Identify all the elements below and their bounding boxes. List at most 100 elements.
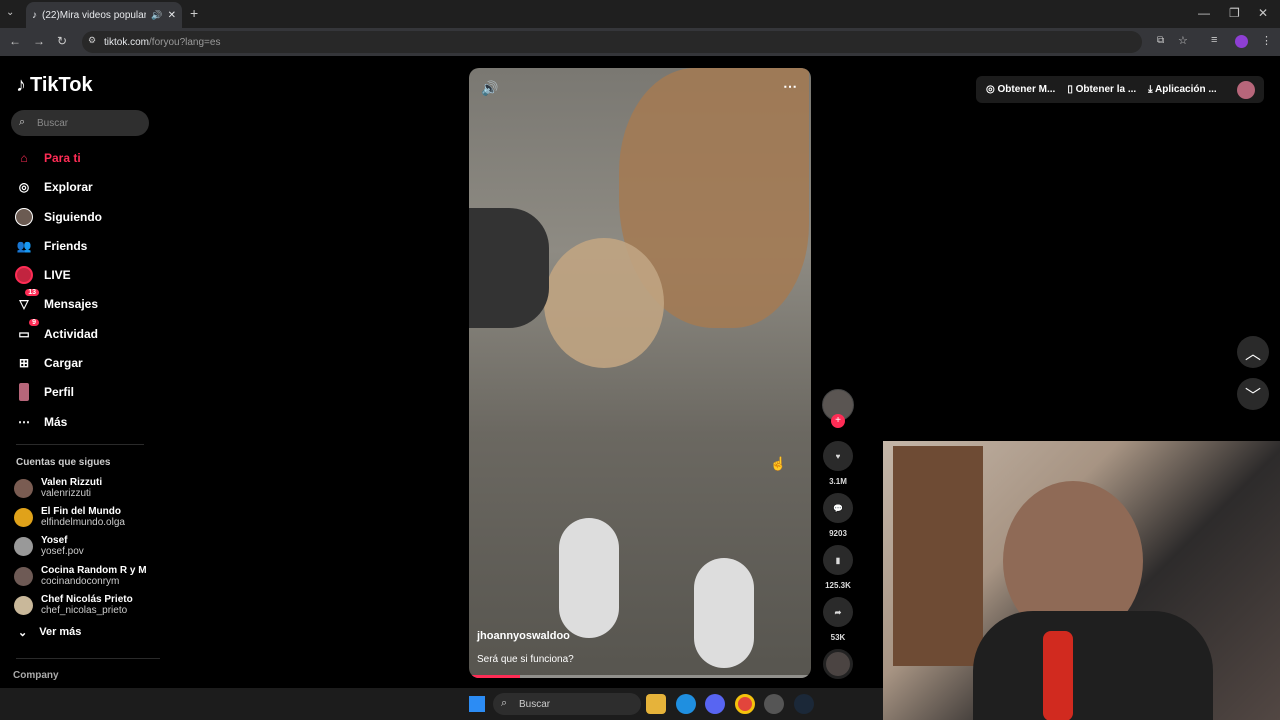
browser-tab[interactable]: ♪ (22)Mira videos populares 🔊 ✕ [26,2,182,28]
sidebar-item-live[interactable]: LIVE [14,263,154,287]
taskbar-search[interactable]: ⌕ Buscar [493,693,641,715]
tiktok-note-icon: ♪ [16,74,26,96]
see-more-button[interactable]: ⌄ Ver más [18,626,81,639]
new-tab-icon[interactable]: + [190,5,198,21]
tab-title: (22)Mira videos populares [42,9,147,21]
share-action[interactable]: ➦ 53K [822,597,854,642]
forward-icon[interactable]: → [33,34,45,48]
sidebar-item-label: Para ti [44,151,81,165]
get-app-button[interactable]: ▯ Obtener la ... [1067,84,1136,95]
likes-count: 3.1M [829,477,847,486]
account-user: yosef.pov [41,546,84,557]
account-user: valenrizzuti [41,488,92,499]
chevron-up-icon: ︿ [1244,346,1261,363]
following-avatar-icon [14,207,34,227]
site-info-icon[interactable]: ⚙ [88,35,96,46]
shoe-left [559,518,619,638]
save-action[interactable]: ▮ 125.3K [822,545,854,590]
shares-count: 53K [830,633,846,642]
sidebar-item-explorar[interactable]: ◎ Explorar [14,175,154,199]
account-user: cocinandoconrym [41,576,120,587]
sidebar-item-label: LIVE [44,268,71,282]
comment-action[interactable]: 💬 9203 [822,493,854,538]
followed-account[interactable]: El Fin del Mundo elfindelmundo.olga [14,503,164,531]
shoe-right [694,558,754,668]
sidebar-item-cargar[interactable]: ⊞ Cargar [14,351,154,375]
volume-icon[interactable]: 🔊 [481,80,498,97]
obs-icon[interactable] [764,694,784,714]
discord-icon[interactable] [705,694,725,714]
avatar [14,566,33,586]
minimize-icon[interactable]: — [1198,6,1210,20]
sidebar-item-perfil[interactable]: Perfil [14,380,154,404]
home-icon: ⌂ [20,151,28,165]
search-icon: ⌕ [501,697,508,709]
divider [16,658,160,659]
sidebar-item-para-ti[interactable]: ⌂ Para ti [14,146,154,170]
desktop-app-button[interactable]: ⤓ Aplicación ... [1148,84,1217,95]
followed-account[interactable]: Valen Rizzuti valenrizzuti [14,474,164,502]
account-name: Cocina Random R y M [41,565,147,576]
follow-plus-icon[interactable]: + [831,414,845,428]
install-icon[interactable]: ⧉ [1157,35,1164,46]
sidebar-item-actividad[interactable]: ▭ 9 Actividad [14,319,154,346]
sidebar-item-siguiendo[interactable]: Siguiendo [14,205,154,229]
steam-icon[interactable] [794,694,814,714]
edge-icon[interactable] [676,694,696,714]
profile-avatar-icon[interactable] [1235,35,1248,48]
chrome-icon[interactable] [735,694,755,714]
url-path: /foryou?lang=es [149,36,221,48]
avatar [14,536,33,556]
following-section-title: Cuentas que sigues [16,457,111,468]
mouse-cursor-icon: ☝ [770,456,787,471]
sidebar-item-mensajes[interactable]: ▽ 13 Mensajes [14,289,154,316]
video-author[interactable]: jhoannyoswaldoo [477,630,570,642]
reload-icon[interactable]: ↻ [57,34,67,48]
user-avatar[interactable] [1236,80,1255,99]
arm-figure [469,208,549,328]
sidebar-item-friends[interactable]: 👥 Friends [14,234,154,258]
address-bar[interactable]: tiktok.com/foryou?lang=es [82,31,1142,53]
like-action[interactable]: ♥ 3.1M [822,441,854,486]
upload-icon: ⊞ [18,356,30,370]
saves-count: 125.3K [825,581,851,590]
tiktok-logo[interactable]: ♪ TikTok [16,74,93,97]
music-disc-icon[interactable] [823,649,853,679]
search-placeholder: Buscar [37,117,69,129]
activity-badge: 9 [29,319,39,326]
tab-search-icon[interactable]: ⌄ [6,7,14,18]
account-name: Valen Rizzuti [41,477,103,488]
file-explorer-icon[interactable] [646,694,666,714]
heart-icon: ♥ [823,441,853,471]
company-link[interactable]: Company [13,670,59,681]
search-icon: ⌕ [19,116,26,128]
bookmark-icon: ▮ [823,545,853,575]
person-body [973,611,1213,720]
video-player[interactable]: 🔊 ⋯ jhoannyoswaldoo Será que si funciona… [469,68,811,678]
tiktok-favicon-icon: ♪ [32,9,37,21]
back-icon[interactable]: ← [9,34,21,48]
progress-track[interactable] [469,675,811,678]
browser-menu-icon[interactable]: ⋮ [1261,34,1272,47]
dog-head [544,238,664,368]
search-input[interactable]: ⌕ Buscar [11,110,149,136]
windows-start-icon[interactable] [469,696,485,712]
get-coins-button[interactable]: ◎ Obtener M... [986,84,1055,95]
media-control-icon[interactable]: ≡ [1211,34,1217,46]
followed-account[interactable]: Cocina Random R y Mcocinandoconrym [14,562,164,590]
logo-text: TikTok [30,74,93,96]
sidebar-item-mas[interactable]: ⋯ Más [14,410,154,434]
messages-badge: 13 [25,289,39,296]
previous-video-button[interactable]: ︿ [1237,336,1269,368]
speaker-icon: 🔊 [151,9,163,20]
followed-account[interactable]: Yosef yosef.pov [14,532,164,560]
bookmark-star-icon[interactable]: ☆ [1178,34,1188,47]
more-options-icon[interactable]: ⋯ [783,78,797,95]
next-video-button[interactable]: ﹀ [1237,378,1269,410]
followed-account[interactable]: Chef Nicolás Prieto chef_nicolas_prieto [14,591,164,619]
chevron-down-icon: ⌄ [18,627,28,639]
close-tab-icon[interactable]: ✕ [168,10,176,21]
close-window-icon[interactable]: ✕ [1258,6,1268,20]
restore-icon[interactable]: ❐ [1229,6,1240,20]
friends-icon: 👥 [16,239,32,253]
